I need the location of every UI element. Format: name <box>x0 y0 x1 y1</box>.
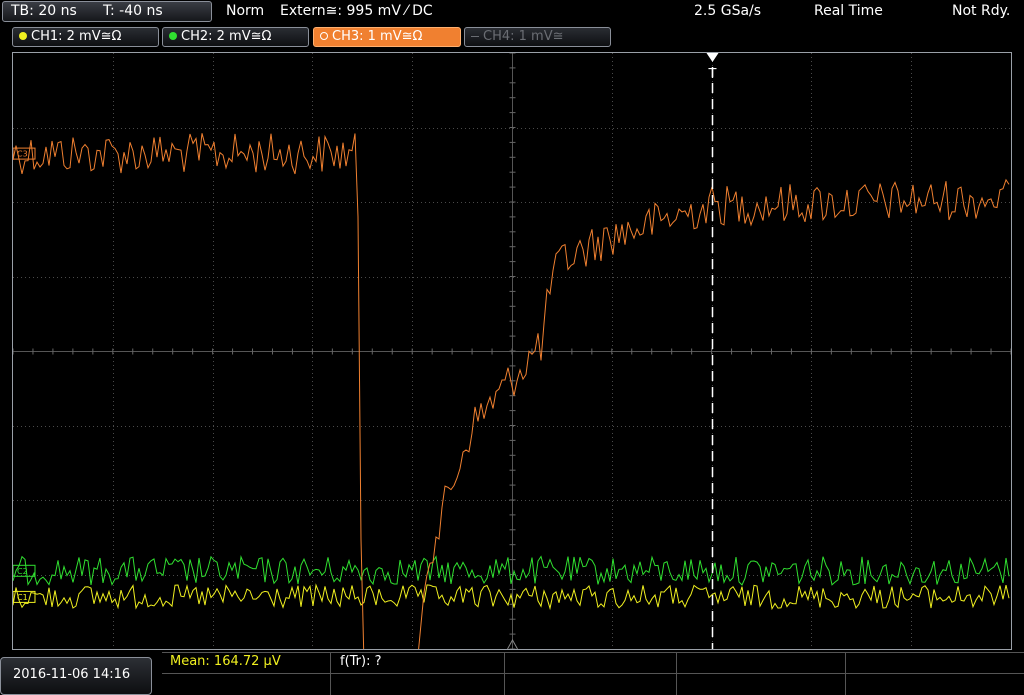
channel-ch4-button[interactable]: CH4: 1 mV≅ <box>464 27 611 47</box>
trigger-marker-label: T <box>708 67 717 82</box>
bottom-bar: 2016-11-06 14:16 Mean: 164.72 µV f(Tr): … <box>0 652 1024 695</box>
trigger-source-label[interactable]: Extern≅: 995 mV ⁄ DC <box>280 3 433 19</box>
waveform-display[interactable]: T C3 C2 C1 <box>12 52 1012 650</box>
trigger-time-label: T: -40 ns <box>103 3 163 19</box>
ch3-indicator-icon <box>320 32 328 40</box>
run-status-label: Not Rdy. <box>952 3 1011 19</box>
ch1-marker-label: C1 <box>17 593 28 602</box>
measurement-panel[interactable]: Mean: 164.72 µV f(Tr): ? <box>162 652 1024 695</box>
timebase-label: TB: 20 ns <box>11 3 77 19</box>
sample-rate-label[interactable]: 2.5 GSa/s <box>694 3 761 19</box>
ch4-label: CH4: 1 mV≅ <box>483 29 564 44</box>
ch1-waveform <box>13 583 1010 611</box>
ch2-label: CH2: 2 mV≅Ω <box>181 29 272 44</box>
ch2-marker-label: C2 <box>17 567 28 576</box>
timebase-panel[interactable]: TB: 20 ns T: -40 ns <box>2 1 212 22</box>
datetime-label: 2016-11-06 14:16 <box>13 667 131 682</box>
measurement-grid <box>162 652 1024 695</box>
waveform-graticule: T C3 C2 C1 <box>13 53 1011 649</box>
datetime-panel: 2016-11-06 14:16 <box>0 657 152 695</box>
ch4-indicator-icon <box>471 36 479 37</box>
ch3-label: CH3: 1 mV≅Ω <box>332 29 423 44</box>
ch1-indicator-icon <box>19 32 27 40</box>
ch2-indicator-icon <box>169 32 177 40</box>
top-status-bar: TB: 20 ns T: -40 ns Norm Extern≅: 995 mV… <box>0 0 1024 24</box>
acquisition-mode-label[interactable]: Real Time <box>814 3 883 19</box>
measurement-mean[interactable]: Mean: 164.72 µV <box>170 654 281 669</box>
channel-ch1-button[interactable]: CH1: 2 mV≅Ω <box>12 27 159 47</box>
channel-ch2-button[interactable]: CH2: 2 mV≅Ω <box>162 27 309 47</box>
ch2-offset-marker[interactable]: C2 <box>13 564 36 577</box>
measurement-fall-rise[interactable]: f(Tr): ? <box>340 654 382 669</box>
ch3-waveform <box>13 133 1010 649</box>
ch2-waveform <box>13 554 1010 587</box>
trigger-mode-label[interactable]: Norm <box>226 3 264 19</box>
ch1-label: CH1: 2 mV≅Ω <box>31 29 122 44</box>
trigger-arrow-icon[interactable] <box>706 53 719 62</box>
ch3-marker-label: C3 <box>17 150 28 159</box>
channel-bar: CH1: 2 mV≅Ω CH2: 2 mV≅Ω CH3: 1 mV≅Ω CH4:… <box>0 25 1024 49</box>
channel-ch3-button[interactable]: CH3: 1 mV≅Ω <box>313 27 461 47</box>
